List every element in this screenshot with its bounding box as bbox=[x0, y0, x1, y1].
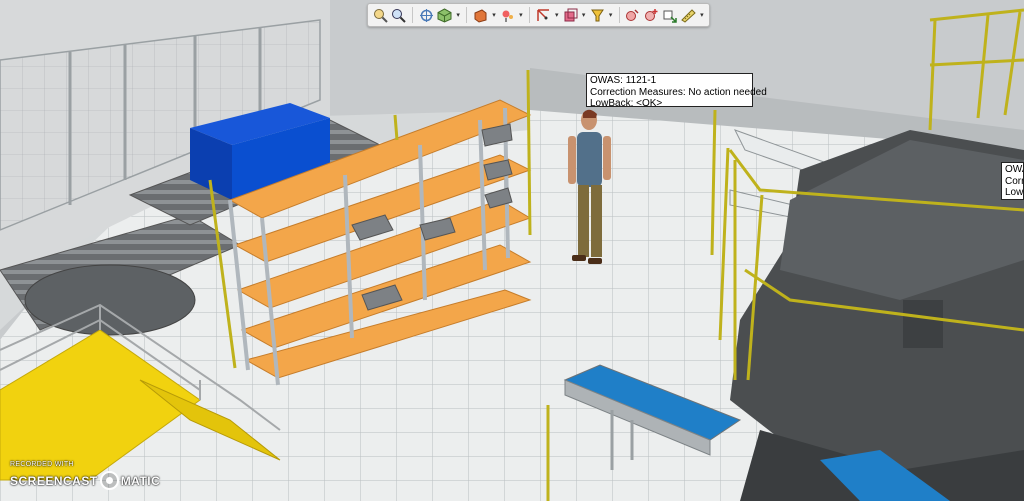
light-icon[interactable] bbox=[499, 6, 516, 24]
box-select-dropdown-icon[interactable]: ▾ bbox=[580, 6, 586, 24]
recording-watermark: RECORDED WITH SCREENCAST MATIC bbox=[10, 461, 160, 490]
watermark-brand: SCREENCAST MATIC bbox=[10, 471, 160, 490]
measure-dropdown-icon[interactable]: ▾ bbox=[699, 6, 705, 24]
marker-icon[interactable] bbox=[589, 6, 606, 24]
view-cube-dropdown-icon[interactable]: ▾ bbox=[455, 6, 461, 24]
render-mode-dropdown-icon[interactable]: ▾ bbox=[491, 6, 497, 24]
transform-icon[interactable] bbox=[662, 6, 679, 24]
correction-measures: Correc bbox=[1005, 175, 1023, 187]
frame-icon[interactable] bbox=[535, 6, 552, 24]
render-mode-icon[interactable] bbox=[472, 6, 489, 24]
view-cube-icon[interactable] bbox=[436, 6, 453, 24]
lowback-status: LowB bbox=[1005, 187, 1024, 198]
lowback-status: LowBack: <OK> bbox=[590, 98, 663, 109]
collision-icon[interactable] bbox=[625, 6, 642, 24]
machine-block bbox=[903, 300, 943, 348]
view-toolbar: ▾ ▾ ▾ ▾ ▾ ▾ ▾ bbox=[367, 3, 710, 27]
owas-code: OWAS bbox=[1005, 164, 1023, 175]
viewport-3d[interactable]: ▾ ▾ ▾ ▾ ▾ ▾ ▾ OWAS: 1121-1 Correction Me… bbox=[0, 0, 1024, 501]
owas-tooltip-partial: OWAS Correc LowB bbox=[1001, 162, 1024, 200]
turntable bbox=[24, 264, 196, 336]
owas-tooltip: OWAS: 1121-1 Correction Measures: No act… bbox=[586, 73, 767, 109]
measure-icon[interactable] bbox=[680, 6, 697, 24]
zoom-fit-icon[interactable] bbox=[372, 6, 389, 24]
toolbar-separator bbox=[412, 7, 413, 23]
zoom-icon[interactable] bbox=[391, 6, 408, 24]
screencast-logo-icon bbox=[99, 471, 119, 490]
watermark-right: MATIC bbox=[120, 473, 161, 488]
pan-icon[interactable] bbox=[418, 6, 435, 24]
marker-dropdown-icon[interactable]: ▾ bbox=[607, 6, 613, 24]
owas-code: OWAS: 1121-1 bbox=[590, 75, 657, 86]
place-icon[interactable] bbox=[643, 6, 660, 24]
correction-measures: Correction Measures: No action needed bbox=[590, 86, 767, 98]
toolbar-separator bbox=[529, 7, 531, 23]
watermark-caption: RECORDED WITH bbox=[10, 461, 74, 468]
light-dropdown-icon[interactable]: ▾ bbox=[518, 6, 524, 24]
box-select-icon[interactable] bbox=[562, 6, 579, 24]
watermark-left: SCREENCAST bbox=[10, 473, 98, 488]
toolbar-separator bbox=[466, 7, 468, 23]
frame-dropdown-icon[interactable]: ▾ bbox=[554, 6, 560, 24]
toolbar-separator bbox=[618, 7, 620, 23]
factory-scene[interactable] bbox=[0, 0, 1024, 501]
